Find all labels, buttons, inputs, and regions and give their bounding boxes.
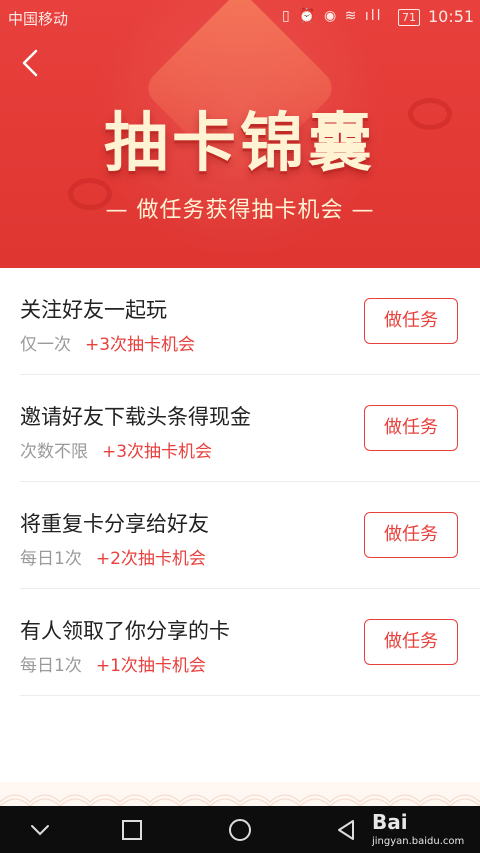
task-frequency: 每日1次 xyxy=(20,656,82,676)
task-reward: +3次抽卡机会 xyxy=(102,442,213,462)
chevron-left-icon xyxy=(22,49,38,77)
task-item: 关注好友一起玩 仅一次 +3次抽卡机会 做任务 xyxy=(20,268,480,375)
triangle-back-icon xyxy=(338,820,354,840)
task-name: 有人领取了你分享的卡 xyxy=(20,619,230,643)
back-button[interactable] xyxy=(18,48,44,78)
nav-hide-button[interactable] xyxy=(28,818,52,842)
do-task-button[interactable]: 做任务 xyxy=(364,619,458,665)
footer-decoration xyxy=(0,782,480,807)
header-banner: 中国移动 ▯ ⏰ ◉ ≋ ıll 71 10:51 抽卡锦囊 — 做任务获得抽卡… xyxy=(0,0,480,268)
square-icon xyxy=(122,820,142,840)
task-name: 关注好友一起玩 xyxy=(20,298,167,322)
task-frequency: 仅一次 xyxy=(20,335,71,355)
task-reward: +3次抽卡机会 xyxy=(85,335,196,355)
watermark-logo: Bai xyxy=(372,810,408,834)
task-item: 邀请好友下载头条得现金 次数不限 +3次抽卡机会 做任务 xyxy=(20,375,480,482)
wave-pattern xyxy=(0,794,480,807)
carrier-label: 中国移动 xyxy=(8,10,69,28)
task-item: 将重复卡分享给好友 每日1次 +2次抽卡机会 做任务 xyxy=(20,482,480,589)
chevron-down-icon xyxy=(31,825,49,836)
task-reward: +2次抽卡机会 xyxy=(95,549,206,569)
task-frequency: 次数不限 xyxy=(20,442,88,462)
watermark-url: jingyan.baidu.com xyxy=(372,836,465,847)
status-icons: ▯ ⏰ ◉ ≋ ıll xyxy=(282,8,383,24)
task-meta: 每日1次 +1次抽卡机会 xyxy=(20,651,206,676)
do-task-button[interactable]: 做任务 xyxy=(364,405,458,451)
task-name: 将重复卡分享给好友 xyxy=(20,512,209,536)
nav-recents-button[interactable] xyxy=(120,818,144,842)
task-item: 有人领取了你分享的卡 每日1次 +1次抽卡机会 做任务 xyxy=(20,589,480,696)
page-subtitle: — 做任务获得抽卡机会 — xyxy=(105,198,375,223)
task-reward: +1次抽卡机会 xyxy=(95,656,206,676)
task-meta: 仅一次 +3次抽卡机会 xyxy=(20,330,195,355)
task-name: 邀请好友下载头条得现金 xyxy=(20,405,251,429)
page-title: 抽卡锦囊 xyxy=(104,107,376,181)
task-list: 关注好友一起玩 仅一次 +3次抽卡机会 做任务 邀请好友下载头条得现金 次数不限 +… xyxy=(20,268,480,696)
baidu-watermark: Bai jingyan.baidu.com xyxy=(368,808,468,850)
do-task-button[interactable]: 做任务 xyxy=(364,298,458,344)
task-meta: 次数不限 +3次抽卡机会 xyxy=(20,437,212,462)
do-task-button[interactable]: 做任务 xyxy=(364,512,458,558)
clock: 10:51 xyxy=(428,7,475,26)
task-frequency: 每日1次 xyxy=(20,549,82,569)
nav-home-button[interactable] xyxy=(228,818,252,842)
status-bar: 中国移动 ▯ ⏰ ◉ ≋ ıll 71 10:51 xyxy=(0,0,480,34)
task-meta: 每日1次 +2次抽卡机会 xyxy=(20,544,206,569)
nav-back-button[interactable] xyxy=(334,818,358,842)
circle-icon xyxy=(229,819,251,841)
battery-icon: 71 xyxy=(398,9,420,26)
